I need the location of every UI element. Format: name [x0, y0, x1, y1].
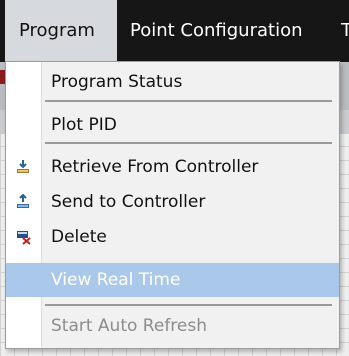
menu-item-send-to-controller[interactable]: Send to Controller: [6, 185, 339, 219]
menu-item-delete[interactable]: Delete: [6, 220, 339, 254]
menu-item-label: Program Status: [51, 72, 183, 92]
menu-item-label: Retrieve From Controller: [51, 157, 259, 177]
menu-separator: [45, 142, 332, 144]
menu-item-view-real-time[interactable]: View Real Time: [6, 263, 339, 297]
menu-item-label: View Real Time: [51, 270, 181, 290]
menu-item-program-status[interactable]: Program Status: [6, 65, 339, 99]
menu-point-configuration[interactable]: Point Configuration: [130, 0, 303, 62]
menu-item-plot-pid[interactable]: Plot PID: [6, 108, 339, 142]
menu-item-label: Start Auto Refresh: [51, 316, 208, 336]
retrieve-icon: [15, 159, 31, 175]
menu-item-start-auto-refresh[interactable]: Start Auto Refresh: [6, 309, 339, 343]
menu-item-label: Send to Controller: [51, 192, 206, 212]
program-dropdown-menu: Program Status Plot PID Retrieve From Co…: [5, 61, 340, 349]
menu-separator: [45, 100, 332, 102]
menu-program[interactable]: Program: [5, 0, 117, 62]
delete-icon: [15, 229, 31, 245]
menu-item-retrieve-from-controller[interactable]: Retrieve From Controller: [6, 150, 339, 184]
menu-item-label: Delete: [51, 227, 107, 247]
send-icon: [15, 193, 31, 210]
menu-bar: Program Point Configuration T: [0, 0, 349, 62]
menu-next-truncated[interactable]: T: [341, 0, 349, 62]
menu-separator: [45, 304, 332, 306]
menu-item-label: Plot PID: [51, 115, 117, 135]
